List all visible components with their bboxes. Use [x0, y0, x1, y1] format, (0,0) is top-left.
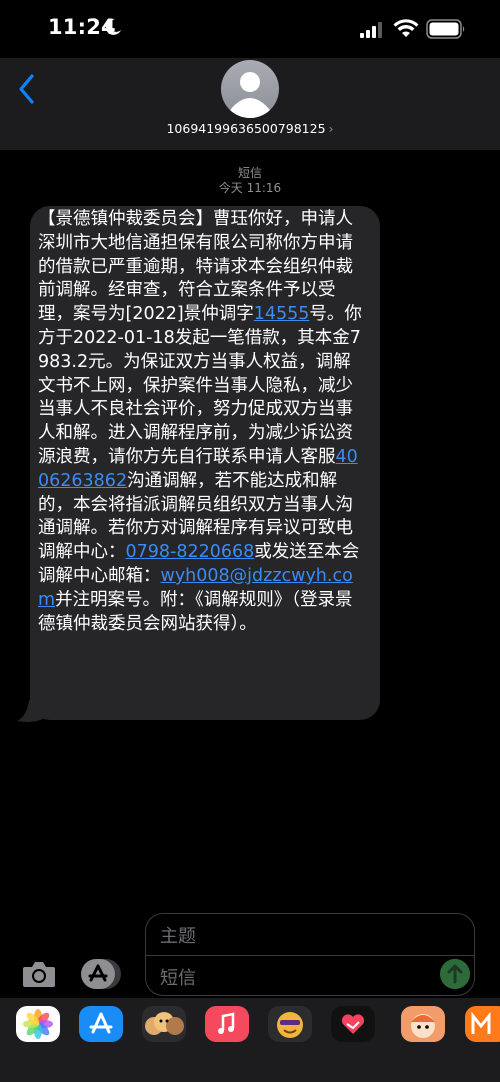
mango-app-icon[interactable]	[465, 1006, 500, 1042]
message-composer[interactable]: 主题 短信	[145, 913, 475, 996]
camera-icon[interactable]	[21, 958, 57, 990]
contact-avatar[interactable]	[221, 60, 279, 118]
message-segment: 号。你方于2022-01-18发起一笔借款，其本金7983.2元。为保证双方当事…	[38, 304, 362, 467]
music-icon[interactable]	[205, 1006, 249, 1042]
conversation-header: 10694199636500798125 ›	[0, 58, 500, 150]
phone-link[interactable]: 0798-8220668	[126, 542, 255, 562]
digital-touch-icon[interactable]	[331, 1006, 375, 1042]
cellular-signal-icon	[360, 22, 382, 38]
incoming-message-bubble[interactable]: 【景德镇仲裁委员会】曹珏你好，申请人深圳市大地信通担保有限公司称你方申请的借款已…	[30, 206, 380, 720]
case-number-link[interactable]: 14555	[254, 304, 310, 324]
app-store-icon[interactable]	[79, 1006, 123, 1042]
contact-name[interactable]: 10694199636500798125 ›	[0, 121, 500, 136]
moon-icon	[105, 18, 121, 35]
imessage-app-drawer	[0, 998, 500, 1082]
send-arrow-icon[interactable]	[440, 959, 470, 989]
sticker-icon[interactable]	[401, 1006, 445, 1042]
message-segment: 曹珏	[213, 209, 248, 229]
message-text: 【景德镇仲裁委员会】曹珏你好，申请人深圳市大地信通担保有限公司称你方申请的借款已…	[38, 208, 368, 636]
app-store-button-icon[interactable]	[80, 958, 122, 990]
message-segment: 【景德镇仲裁委员会】	[38, 209, 213, 229]
photos-icon[interactable]	[16, 1006, 60, 1042]
subject-input[interactable]: 主题	[160, 922, 196, 948]
composer-divider	[146, 955, 474, 956]
message-input[interactable]: 短信	[160, 964, 196, 990]
contact-number: 10694199636500798125	[166, 121, 326, 136]
wifi-icon	[393, 19, 419, 37]
person-icon	[230, 72, 270, 118]
memoji-icon[interactable]	[142, 1006, 186, 1042]
animoji-icon[interactable]	[268, 1006, 312, 1042]
message-timestamp: 今天 11:16	[218, 181, 282, 195]
status-bar: 11:24	[0, 0, 500, 58]
back-chevron-icon[interactable]	[16, 73, 38, 105]
chevron-right-icon: ›	[328, 121, 334, 136]
message-segment: 并注明案号。附：《调解规则》（登录景德镇仲裁委员会网站获得）。	[38, 589, 353, 634]
battery-icon	[426, 19, 465, 39]
